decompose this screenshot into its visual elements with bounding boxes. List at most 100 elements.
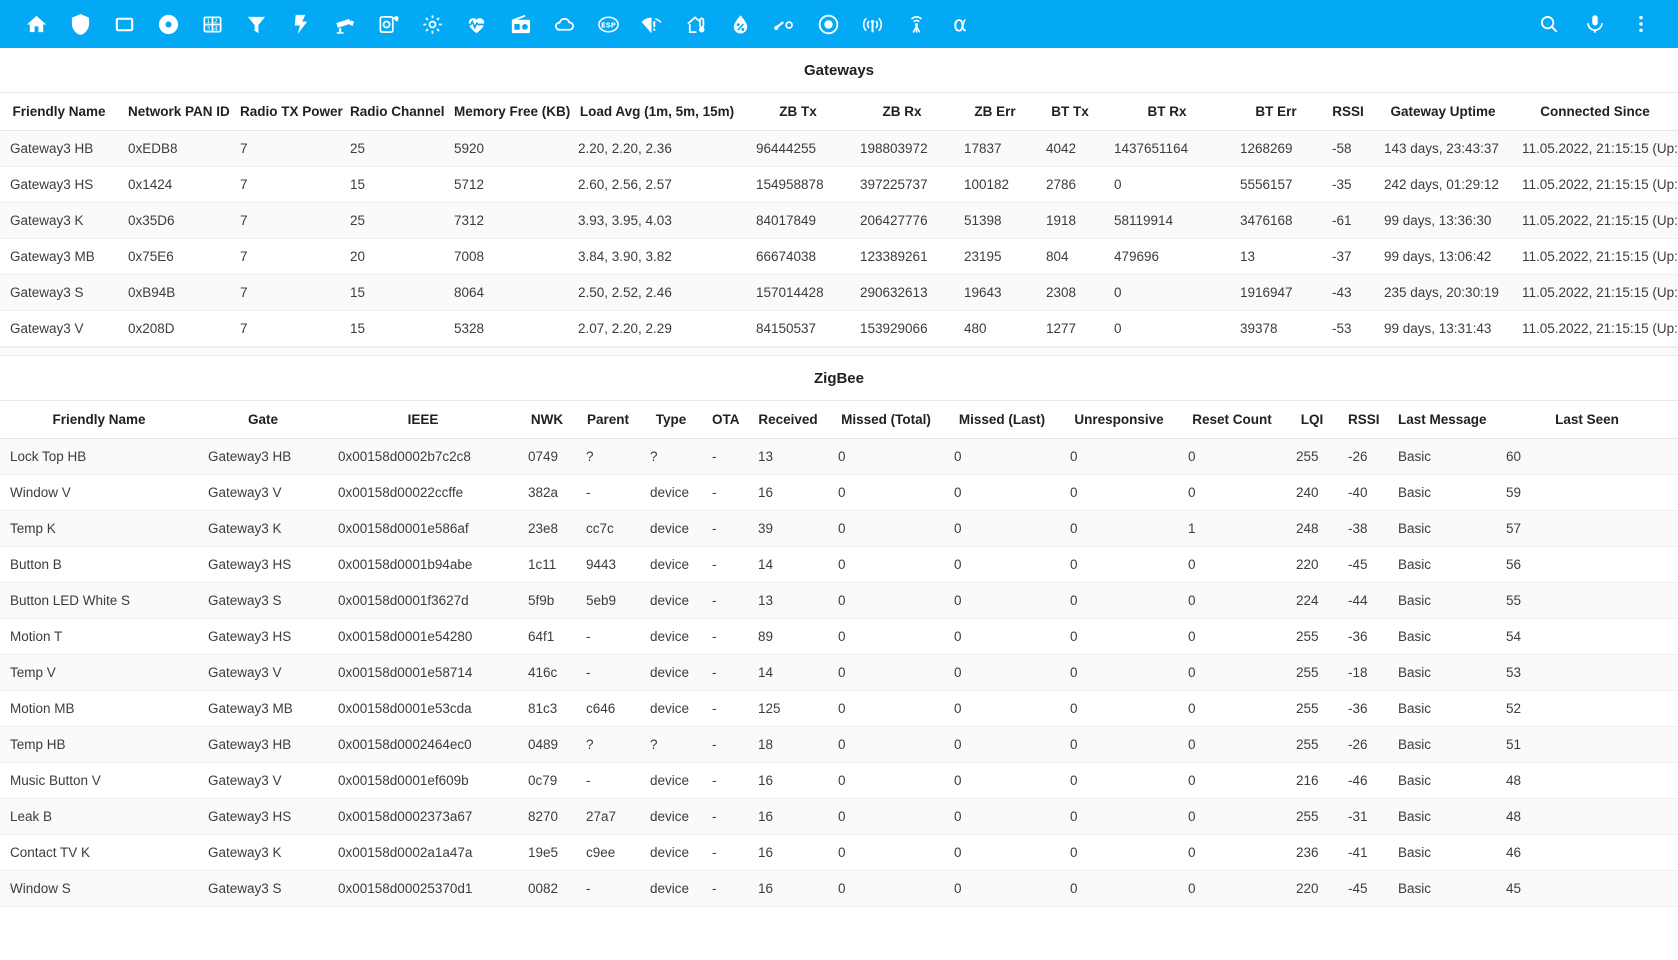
cloud-icon[interactable]: [542, 2, 586, 46]
gw-cell-connected-since: 11.05.2022, 21:15:15 (Up: 13:38:30): [1512, 166, 1678, 203]
gw-cell-load-avg: 2.20, 2.20, 2.36: [568, 130, 746, 167]
zb-col-rssi[interactable]: RSSI: [1338, 401, 1388, 439]
camera-iris-icon[interactable]: [366, 2, 410, 46]
water-percent-icon[interactable]: [718, 2, 762, 46]
zb-cell-parent: -: [576, 870, 640, 907]
gw-col-memory-free[interactable]: Memory Free (KB): [444, 93, 570, 131]
table-row[interactable]: Temp HB Gateway3 HB 0x00158d0002464ec0 0489…: [0, 726, 1678, 763]
zb-col-type[interactable]: Type: [640, 401, 702, 439]
gw-col-friendly-name[interactable]: Friendly Name: [0, 93, 118, 131]
disc-icon[interactable]: [146, 2, 190, 46]
gw-col-zb-rx[interactable]: ZB Rx: [850, 93, 954, 131]
gw-col-zb-tx[interactable]: ZB Tx: [746, 93, 850, 131]
flash-icon[interactable]: [278, 2, 322, 46]
record-circle-icon[interactable]: [806, 2, 850, 46]
zb-cell-reset-count: 0: [1178, 834, 1286, 871]
table-row[interactable]: Window V Gateway3 V 0x00158d00022ccffe 382a…: [0, 474, 1678, 511]
zb-col-gate[interactable]: Gate: [198, 401, 328, 439]
home-thermometer-icon[interactable]: [674, 2, 718, 46]
microphone-icon[interactable]: [1572, 2, 1618, 46]
heart-pulse-icon[interactable]: [454, 2, 498, 46]
gw-cell-connected-since: 11.05.2022, 21:15:15 (Up: 13:38:30): [1512, 202, 1678, 239]
gw-cell-bt-rx: 0: [1104, 274, 1230, 311]
zb-cell-last-seen: 59: [1496, 474, 1678, 511]
gw-cell-zb-tx: 154958878: [746, 166, 850, 203]
table-row[interactable]: Leak B Gateway3 HS 0x00158d0002373a67 8270 2…: [0, 798, 1678, 835]
table-row[interactable]: Gateway3 V 0x208D 7 15 5328 2.07, 2.20, 2.29 8…: [0, 310, 1678, 347]
gw-col-radio-channel[interactable]: Radio Channel: [340, 93, 445, 131]
table-row[interactable]: Music Button V Gateway3 V 0x00158d0001ef60…: [0, 762, 1678, 799]
zb-col-lqi[interactable]: LQI: [1286, 401, 1338, 439]
zb-col-friendly-name[interactable]: Friendly Name: [0, 401, 198, 439]
gw-cell-zb-rx: 206427776: [850, 202, 954, 239]
zb-col-ota[interactable]: OTA: [702, 401, 748, 439]
table-row[interactable]: Gateway3 HS 0x1424 7 15 5712 2.60, 2.56, 2.57…: [0, 166, 1678, 203]
zb-cell-last-message: Basic: [1388, 474, 1496, 511]
table-row[interactable]: Temp K Gateway3 K 0x00158d0001e586af 23e8 cc…: [0, 510, 1678, 547]
zb-cell-last-seen: 60: [1496, 438, 1678, 475]
gear-icon[interactable]: [410, 2, 454, 46]
table-row[interactable]: Gateway3 S 0xB94B 7 15 8064 2.50, 2.52, 2.46 1…: [0, 274, 1678, 311]
zb-col-missed-last[interactable]: Missed (Last): [944, 401, 1060, 439]
zb-cell-rssi: -45: [1338, 546, 1388, 583]
table-row[interactable]: Window S Gateway3 S 0x00158d00025370d1 0082…: [0, 870, 1678, 907]
gw-col-bt-rx[interactable]: BT Rx: [1104, 93, 1230, 131]
table-row[interactable]: Lock Top HB Gateway3 HB 0x00158d0002b7c2c8…: [0, 438, 1678, 475]
gw-col-zb-err[interactable]: ZB Err: [954, 93, 1036, 131]
toggle-switch-icon[interactable]: [762, 2, 806, 46]
gw-cell-bt-tx: 2308: [1036, 274, 1104, 311]
gw-cell-zb-rx: 198803972: [850, 130, 954, 167]
gw-col-load-avg[interactable]: Load Avg (1m, 5m, 15m): [568, 93, 746, 131]
table-row[interactable]: Contact TV K Gateway3 K 0x00158d0002a1a47a…: [0, 834, 1678, 871]
zb-col-reset-count[interactable]: Reset Count: [1178, 401, 1286, 439]
zb-cell-received: 13: [748, 438, 828, 475]
zb-col-missed-total[interactable]: Missed (Total): [828, 401, 944, 439]
gw-col-gateway-uptime[interactable]: Gateway Uptime: [1374, 93, 1512, 131]
gw-col-bt-tx[interactable]: BT Tx: [1036, 93, 1104, 131]
antenna-icon[interactable]: [894, 2, 938, 46]
shield-icon[interactable]: [58, 2, 102, 46]
zb-col-parent[interactable]: Parent: [576, 401, 640, 439]
zb-col-ieee[interactable]: IEEE: [328, 401, 518, 439]
gw-col-radio-tx-power[interactable]: Radio TX Power: [230, 93, 343, 131]
gw-cell-bt-err: 3476168: [1230, 202, 1322, 239]
gw-cell-bt-err: 13: [1230, 238, 1322, 275]
home-icon[interactable]: [14, 2, 58, 46]
table-row[interactable]: Button B Gateway3 HS 0x00158d0001b94abe 1c1…: [0, 546, 1678, 583]
table-row[interactable]: Button LED White S Gateway3 S 0x00158d0001…: [0, 582, 1678, 619]
search-icon[interactable]: [1526, 2, 1572, 46]
table-row[interactable]: Gateway3 MB 0x75E6 7 20 7008 3.84, 3.90, 3.82…: [0, 238, 1678, 275]
filter-icon[interactable]: [234, 2, 278, 46]
zb-cell-friendly-name: Temp V: [0, 654, 198, 691]
zb-cell-missed-total: 0: [828, 690, 944, 727]
zb-col-unresponsive[interactable]: Unresponsive: [1060, 401, 1178, 439]
esp-chip-icon[interactable]: ESP: [586, 2, 630, 46]
zb-cell-rssi: -38: [1338, 510, 1388, 547]
zb-cell-nwk: 0c79: [518, 762, 576, 799]
gw-col-bt-err[interactable]: BT Err: [1230, 93, 1322, 131]
zb-col-nwk[interactable]: NWK: [518, 401, 576, 439]
table-row[interactable]: Motion T Gateway3 HS 0x00158d0001e54280 64f…: [0, 618, 1678, 655]
gw-col-rssi[interactable]: RSSI: [1322, 93, 1374, 131]
gw-col-network-pan-id[interactable]: Network PAN ID: [118, 93, 230, 131]
table-row[interactable]: Temp V Gateway3 V 0x00158d0001e58714 416c - d…: [0, 654, 1678, 691]
access-point-icon[interactable]: [850, 2, 894, 46]
overflow-menu-icon[interactable]: [1618, 2, 1664, 46]
zb-col-received[interactable]: Received: [748, 401, 828, 439]
table-row[interactable]: Motion MB Gateway3 MB 0x00158d0001e53cda 81…: [0, 690, 1678, 727]
wifi-alert-icon[interactable]: [630, 2, 674, 46]
cctv-camera-icon[interactable]: [322, 2, 366, 46]
alpha-icon[interactable]: α: [938, 2, 982, 46]
zb-col-last-message[interactable]: Last Message: [1388, 401, 1496, 439]
radio-icon[interactable]: [498, 2, 542, 46]
gw-cell-memory-free: 7008: [444, 238, 568, 275]
zb-cell-friendly-name: Temp K: [0, 510, 198, 547]
square-outline-icon[interactable]: [102, 2, 146, 46]
table-row[interactable]: Gateway3 K 0x35D6 7 25 7312 3.93, 3.95, 4.03 8…: [0, 202, 1678, 239]
gw-col-connected-since[interactable]: Connected Since: [1512, 93, 1678, 131]
zigbee-table-head: Friendly Name Gate IEEE NWK Parent Type …: [0, 401, 1678, 439]
zb-col-last-seen[interactable]: Last Seen: [1496, 401, 1678, 439]
gw-cell-friendly-name: Gateway3 S: [0, 274, 118, 311]
table-row[interactable]: Gateway3 HB 0xEDB8 7 25 5920 2.20, 2.20, 2.36…: [0, 130, 1678, 167]
counter-icon[interactable]: 1234: [190, 2, 234, 46]
